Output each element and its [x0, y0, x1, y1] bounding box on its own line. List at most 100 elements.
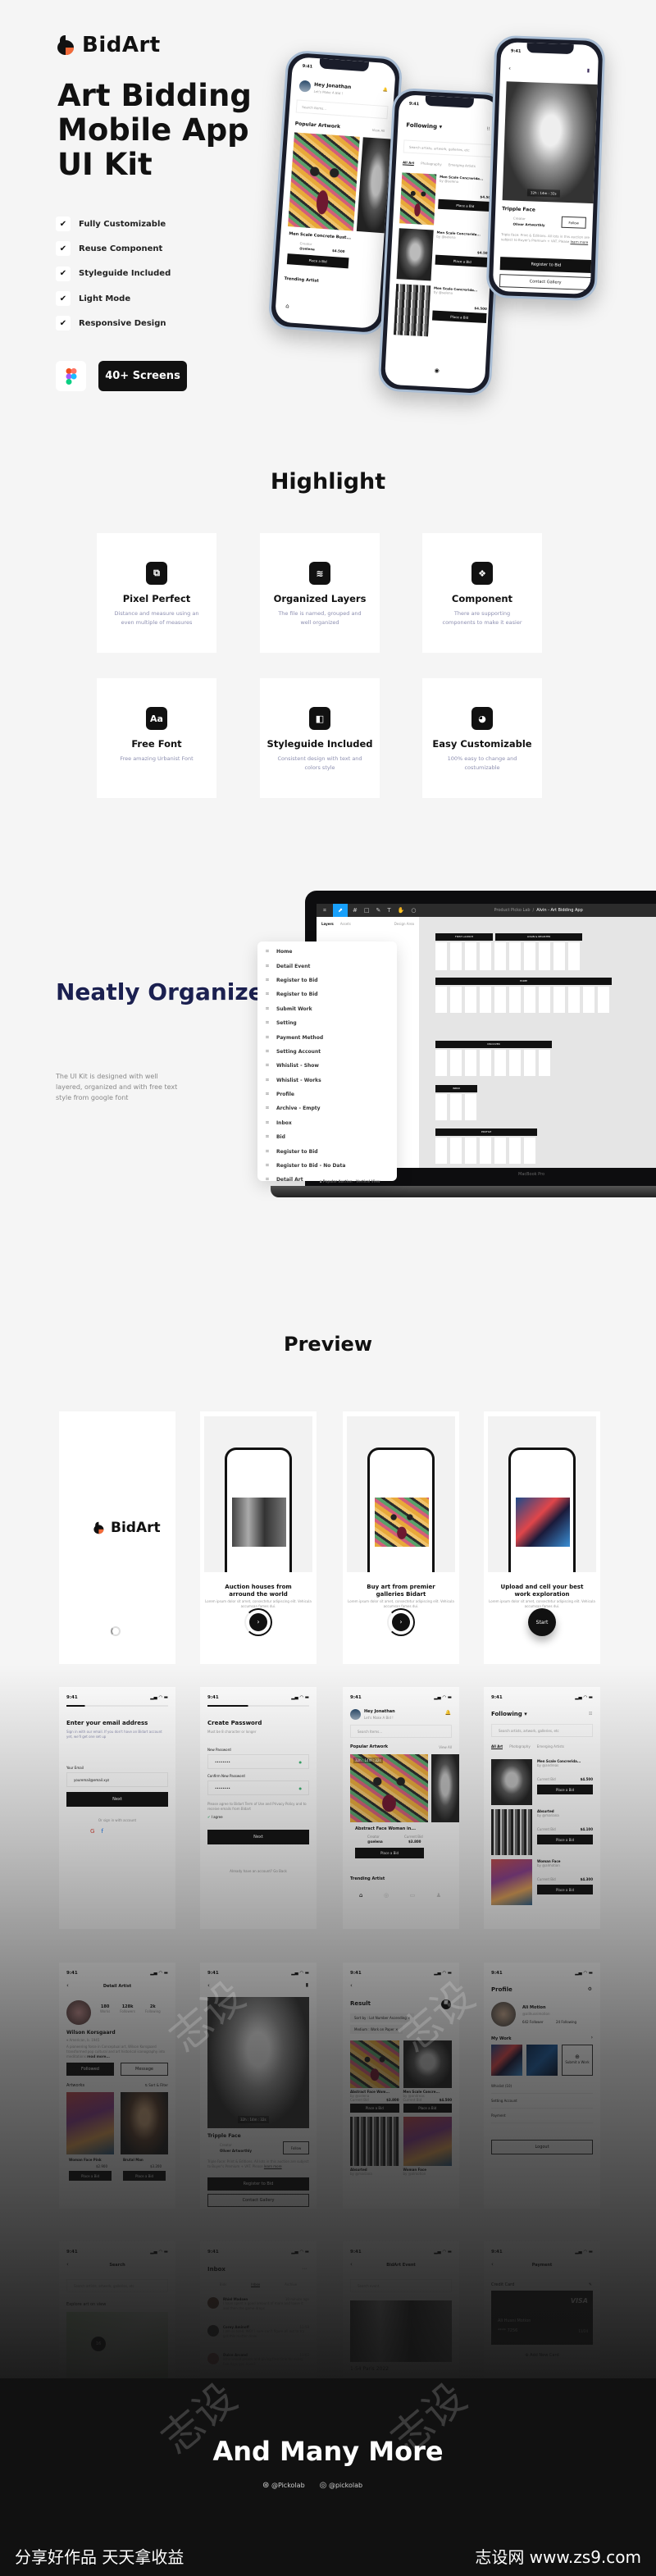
- layer-item[interactable]: ⌗ Whislist - Works: [266, 1074, 389, 1087]
- back-icon[interactable]: ‹: [350, 1982, 353, 1989]
- submit-work-button[interactable]: ⊕ Submit a Work: [562, 2045, 593, 2076]
- register-to-bid-button[interactable]: Register to Bid: [499, 257, 593, 274]
- search-input[interactable]: Search artists, artwork, galleries, etc: [491, 1724, 593, 1737]
- list-item[interactable]: Men Scale Concrerida... by @selena $4.500 P…: [394, 284, 488, 340]
- design-area-select[interactable]: Design Area: [394, 922, 414, 926]
- work-thumb[interactable]: [491, 2045, 522, 2076]
- artwork-image[interactable]: [121, 2092, 168, 2154]
- following-dropdown[interactable]: Following ▾: [406, 122, 442, 130]
- inbox-icon[interactable]: ▭: [410, 1892, 416, 1899]
- result-item[interactable]: Abstract Face Wom... by @selena Current Bi…: [350, 2040, 399, 2113]
- tab-inbox[interactable]: Inbox: [251, 2282, 261, 2287]
- event-image[interactable]: [350, 2300, 452, 2362]
- tab-all-art[interactable]: All Art: [402, 160, 415, 166]
- bookmark-icon[interactable]: ▮: [306, 1982, 308, 1988]
- agree-checkbox[interactable]: ✔ I agree: [207, 1815, 223, 1819]
- pen-tool-icon[interactable]: ✎: [376, 907, 381, 914]
- layer-item[interactable]: ⌗ Setting Account: [266, 1045, 389, 1059]
- artwork-image[interactable]: [431, 1754, 459, 1822]
- shape-tool-icon[interactable]: □: [364, 907, 370, 914]
- layer-item[interactable]: ⌗ Popular Auction - Vertical View: [320, 1179, 380, 1183]
- tab-emerging-artists[interactable]: Emerging Artists: [537, 1744, 564, 1749]
- layer-item[interactable]: ⌗ Home: [266, 945, 389, 959]
- bell-icon[interactable]: 🔔: [445, 1710, 451, 1716]
- layer-item[interactable]: ⌗ Archive - Empty: [266, 1101, 389, 1115]
- sort-filter-button[interactable]: ⇅ Sort & Filter: [145, 2083, 168, 2087]
- layer-item[interactable]: ⌗ Register to Bid: [266, 973, 389, 987]
- artwork-image[interactable]: [287, 132, 360, 231]
- followed-button[interactable]: Followed: [66, 2063, 114, 2076]
- layer-item[interactable]: ⌗ Setting: [266, 1016, 389, 1030]
- map-view[interactable]: 16: [66, 2312, 168, 2381]
- follow-button[interactable]: Follow: [561, 216, 586, 229]
- result-item[interactable]: Men Scale Concre... by @andreas Current Bi…: [403, 2040, 452, 2113]
- place-bid-button[interactable]: Place a Bid: [123, 2171, 166, 2181]
- place-bid-button[interactable]: Place a Bid: [537, 1885, 593, 1894]
- edit-icon[interactable]: ✎: [589, 2282, 592, 2287]
- tab-all-art[interactable]: All Art: [491, 1744, 503, 1749]
- layer-item[interactable]: ⌗ Inbox: [266, 1116, 389, 1130]
- tab-archive[interactable]: Archive: [285, 2282, 297, 2287]
- layer-item[interactable]: ⌗ Whislist - Show: [266, 1059, 389, 1073]
- filter-icon[interactable]: ⁝⁝: [486, 126, 490, 132]
- google-icon[interactable]: G: [90, 1828, 94, 1835]
- tab-assets[interactable]: Assets: [340, 922, 351, 926]
- message-item[interactable]: Corey Aminoff 13:58 I am so tired. WOY I s…: [207, 2325, 309, 2353]
- back-icon[interactable]: ‹: [508, 65, 511, 71]
- work-thumb[interactable]: [526, 2045, 558, 2076]
- menu-payment[interactable]: Payment: [491, 2113, 593, 2123]
- filter-chip[interactable]: Medium : Work on Paper ✕: [350, 2025, 403, 2034]
- follow-button[interactable]: Follow: [283, 2141, 309, 2154]
- logout-button[interactable]: Logout: [491, 2140, 593, 2154]
- tab-bids[interactable]: Bids: [220, 2282, 226, 2287]
- layer-item[interactable]: ⌗ Detail Event: [266, 959, 389, 973]
- search-input[interactable]: Search Items...: [295, 99, 389, 120]
- follower-count[interactable]: 642 Follower: [522, 2020, 544, 2024]
- layer-item[interactable]: ⌗ Register to Bid - No Data: [266, 1159, 389, 1173]
- chevron-right-icon[interactable]: ›: [591, 2035, 593, 2040]
- bookmark-icon[interactable]: ▮: [587, 68, 590, 74]
- social-dribbble[interactable]: ⊛ @Pickolab: [262, 2481, 305, 2490]
- confirm-password-input[interactable]: •••••••• ●: [207, 1780, 309, 1795]
- menu-setting-account[interactable]: Setting Account: [491, 2099, 593, 2109]
- list-item[interactable]: Woman Face by @almotion Current Bid $4.300 P…: [491, 1859, 593, 1905]
- discover-icon[interactable]: ◎: [384, 1892, 389, 1899]
- home-icon[interactable]: ⌂: [285, 303, 289, 309]
- search-input[interactable]: Search artists, artwork, galleries, etc: [403, 139, 496, 158]
- list-item[interactable]: Absurted by @mariana Current Bid $4.100 Plac…: [491, 1809, 593, 1855]
- profile-icon[interactable]: ♟: [436, 1892, 441, 1899]
- following-count[interactable]: 24 Following: [556, 2020, 576, 2024]
- next-progress-button[interactable]: ›: [387, 1608, 415, 1636]
- discover-icon[interactable]: ◉: [435, 367, 440, 374]
- back-icon[interactable]: ‹: [207, 1982, 210, 1989]
- figma-canvas[interactable]: FIRST LAUNCH LOGIN & REGISTER HOME DISCO…: [419, 917, 656, 1168]
- home-icon[interactable]: ⌂: [359, 1892, 362, 1899]
- email-input[interactable]: youremail@email.xyz: [66, 1772, 168, 1787]
- close-icon[interactable]: ✕: [408, 2016, 410, 2020]
- list-item[interactable]: Men Scale Concrerida... by @andreas Curren…: [491, 1759, 593, 1805]
- artwork-image[interactable]: [66, 2092, 114, 2154]
- layer-item[interactable]: ⌗ Bid: [266, 1130, 389, 1144]
- message-item[interactable]: Rhiel Madsen 10 minute ago I have spent a …: [207, 2297, 309, 2325]
- search-input[interactable]: Search Items...: [350, 1725, 452, 1738]
- learn-more-link[interactable]: learn more: [264, 2164, 282, 2168]
- facebook-icon[interactable]: f: [101, 1828, 102, 1835]
- tab-photography[interactable]: Photography: [421, 162, 442, 167]
- figma-menu-icon[interactable]: ⌗: [317, 907, 333, 914]
- bell-icon[interactable]: 🔔: [382, 88, 388, 93]
- menu-whislist[interactable]: Whislist (10): [491, 2084, 593, 2094]
- layer-item[interactable]: ⌗ Payment Method: [266, 1030, 389, 1044]
- place-bid-button[interactable]: Place a Bid: [431, 310, 487, 323]
- register-to-bid-button[interactable]: Register to Bid: [207, 2177, 309, 2191]
- layer-item[interactable]: ⌗ Register to Bid: [266, 1144, 389, 1158]
- comment-tool-icon[interactable]: ○: [411, 907, 416, 914]
- place-bid-button[interactable]: Place a Bid: [537, 1835, 593, 1844]
- place-bid-button[interactable]: Place a Bid: [438, 198, 493, 212]
- more-icon[interactable]: ⋯: [302, 2266, 307, 2272]
- artwork-image[interactable]: [350, 1754, 428, 1822]
- go-back-link[interactable]: Already have an account? Go Back: [200, 1869, 317, 1873]
- tab-photography[interactable]: Photography: [509, 1744, 531, 1749]
- next-button[interactable]: Next: [66, 1792, 168, 1807]
- figma-file-name[interactable]: Alvin - Art Bidding App: [536, 908, 583, 913]
- list-item[interactable]: Men Scale Concrerida... by @selena $4.500 P…: [396, 228, 491, 284]
